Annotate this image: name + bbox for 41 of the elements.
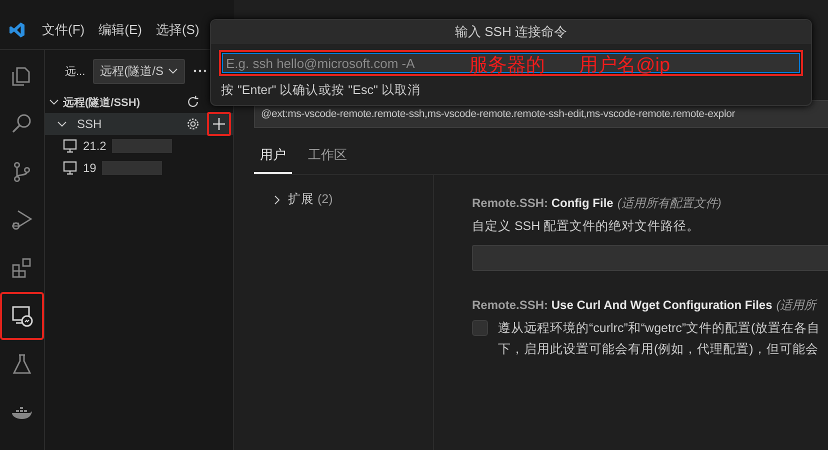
setting-description: 遵从远程环境的“curlrc”和“wgetrc”文件的配置(放置在各自: [498, 320, 820, 337]
section-title[interactable]: 远程(隧道/SSH): [63, 94, 140, 110]
remote-tab[interactable]: [0, 292, 44, 340]
chevron-down-icon: [168, 66, 178, 76]
remote-icon: [10, 304, 34, 328]
settings-tab[interactable]: 用户: [254, 140, 292, 174]
input-hint: 按 "Enter" 以确认或按 "Esc" 以取消: [221, 82, 422, 99]
app-logo-icon[interactable]: [8, 20, 26, 38]
menu-item[interactable]: 选择(S): [150, 18, 206, 42]
monitor-icon: [63, 161, 77, 175]
host-label[interactable]: 19: [83, 161, 96, 175]
view-title: 远...: [65, 64, 86, 78]
setting-description: 自定义 SSH 配置文件的绝对文件路径。: [472, 218, 701, 235]
redaction-block: [102, 161, 162, 175]
gear-icon: [186, 117, 200, 131]
menu-item[interactable]: 编辑(E): [92, 18, 148, 42]
flask-icon: [10, 352, 34, 376]
chevron-right-icon[interactable]: [272, 194, 282, 204]
setting-title: Remote.SSH: Use Curl And Wget Configuration Files (适用所: [472, 297, 818, 314]
redaction-block: [112, 139, 172, 153]
host-label[interactable]: 21.2: [83, 139, 106, 153]
chevron-down-icon[interactable]: [49, 97, 59, 107]
settings-tab[interactable]: 工作区: [302, 140, 353, 174]
view-dropdown[interactable]: 远程(隧道/S: [93, 58, 185, 84]
annotation-text: 服务器的: [469, 54, 545, 78]
annotation-text: 用户名@ip: [579, 54, 670, 78]
more-icon[interactable]: [192, 69, 207, 73]
add-button[interactable]: [207, 112, 231, 136]
menu-item[interactable]: 文件(F): [36, 18, 91, 42]
dialog-title: 输入 SSH 连接命令: [211, 20, 811, 44]
toc-item[interactable]: 扩展 (2): [288, 191, 333, 208]
chevron-down-icon[interactable]: [57, 119, 67, 129]
group-label[interactable]: SSH: [77, 117, 102, 131]
plus-icon: [212, 117, 226, 131]
setting-title: Remote.SSH: Config File (适用所有配置文件): [472, 195, 722, 212]
setting-input-field[interactable]: [472, 245, 828, 271]
monitor-icon: [63, 139, 77, 153]
refresh-icon: [186, 95, 200, 109]
setting-checkbox[interactable]: [472, 320, 488, 336]
setting-description: 下，启用此设置可能会有用(例如，代理配置)，但可能会: [498, 341, 820, 358]
run-debug-icon: [10, 208, 34, 232]
